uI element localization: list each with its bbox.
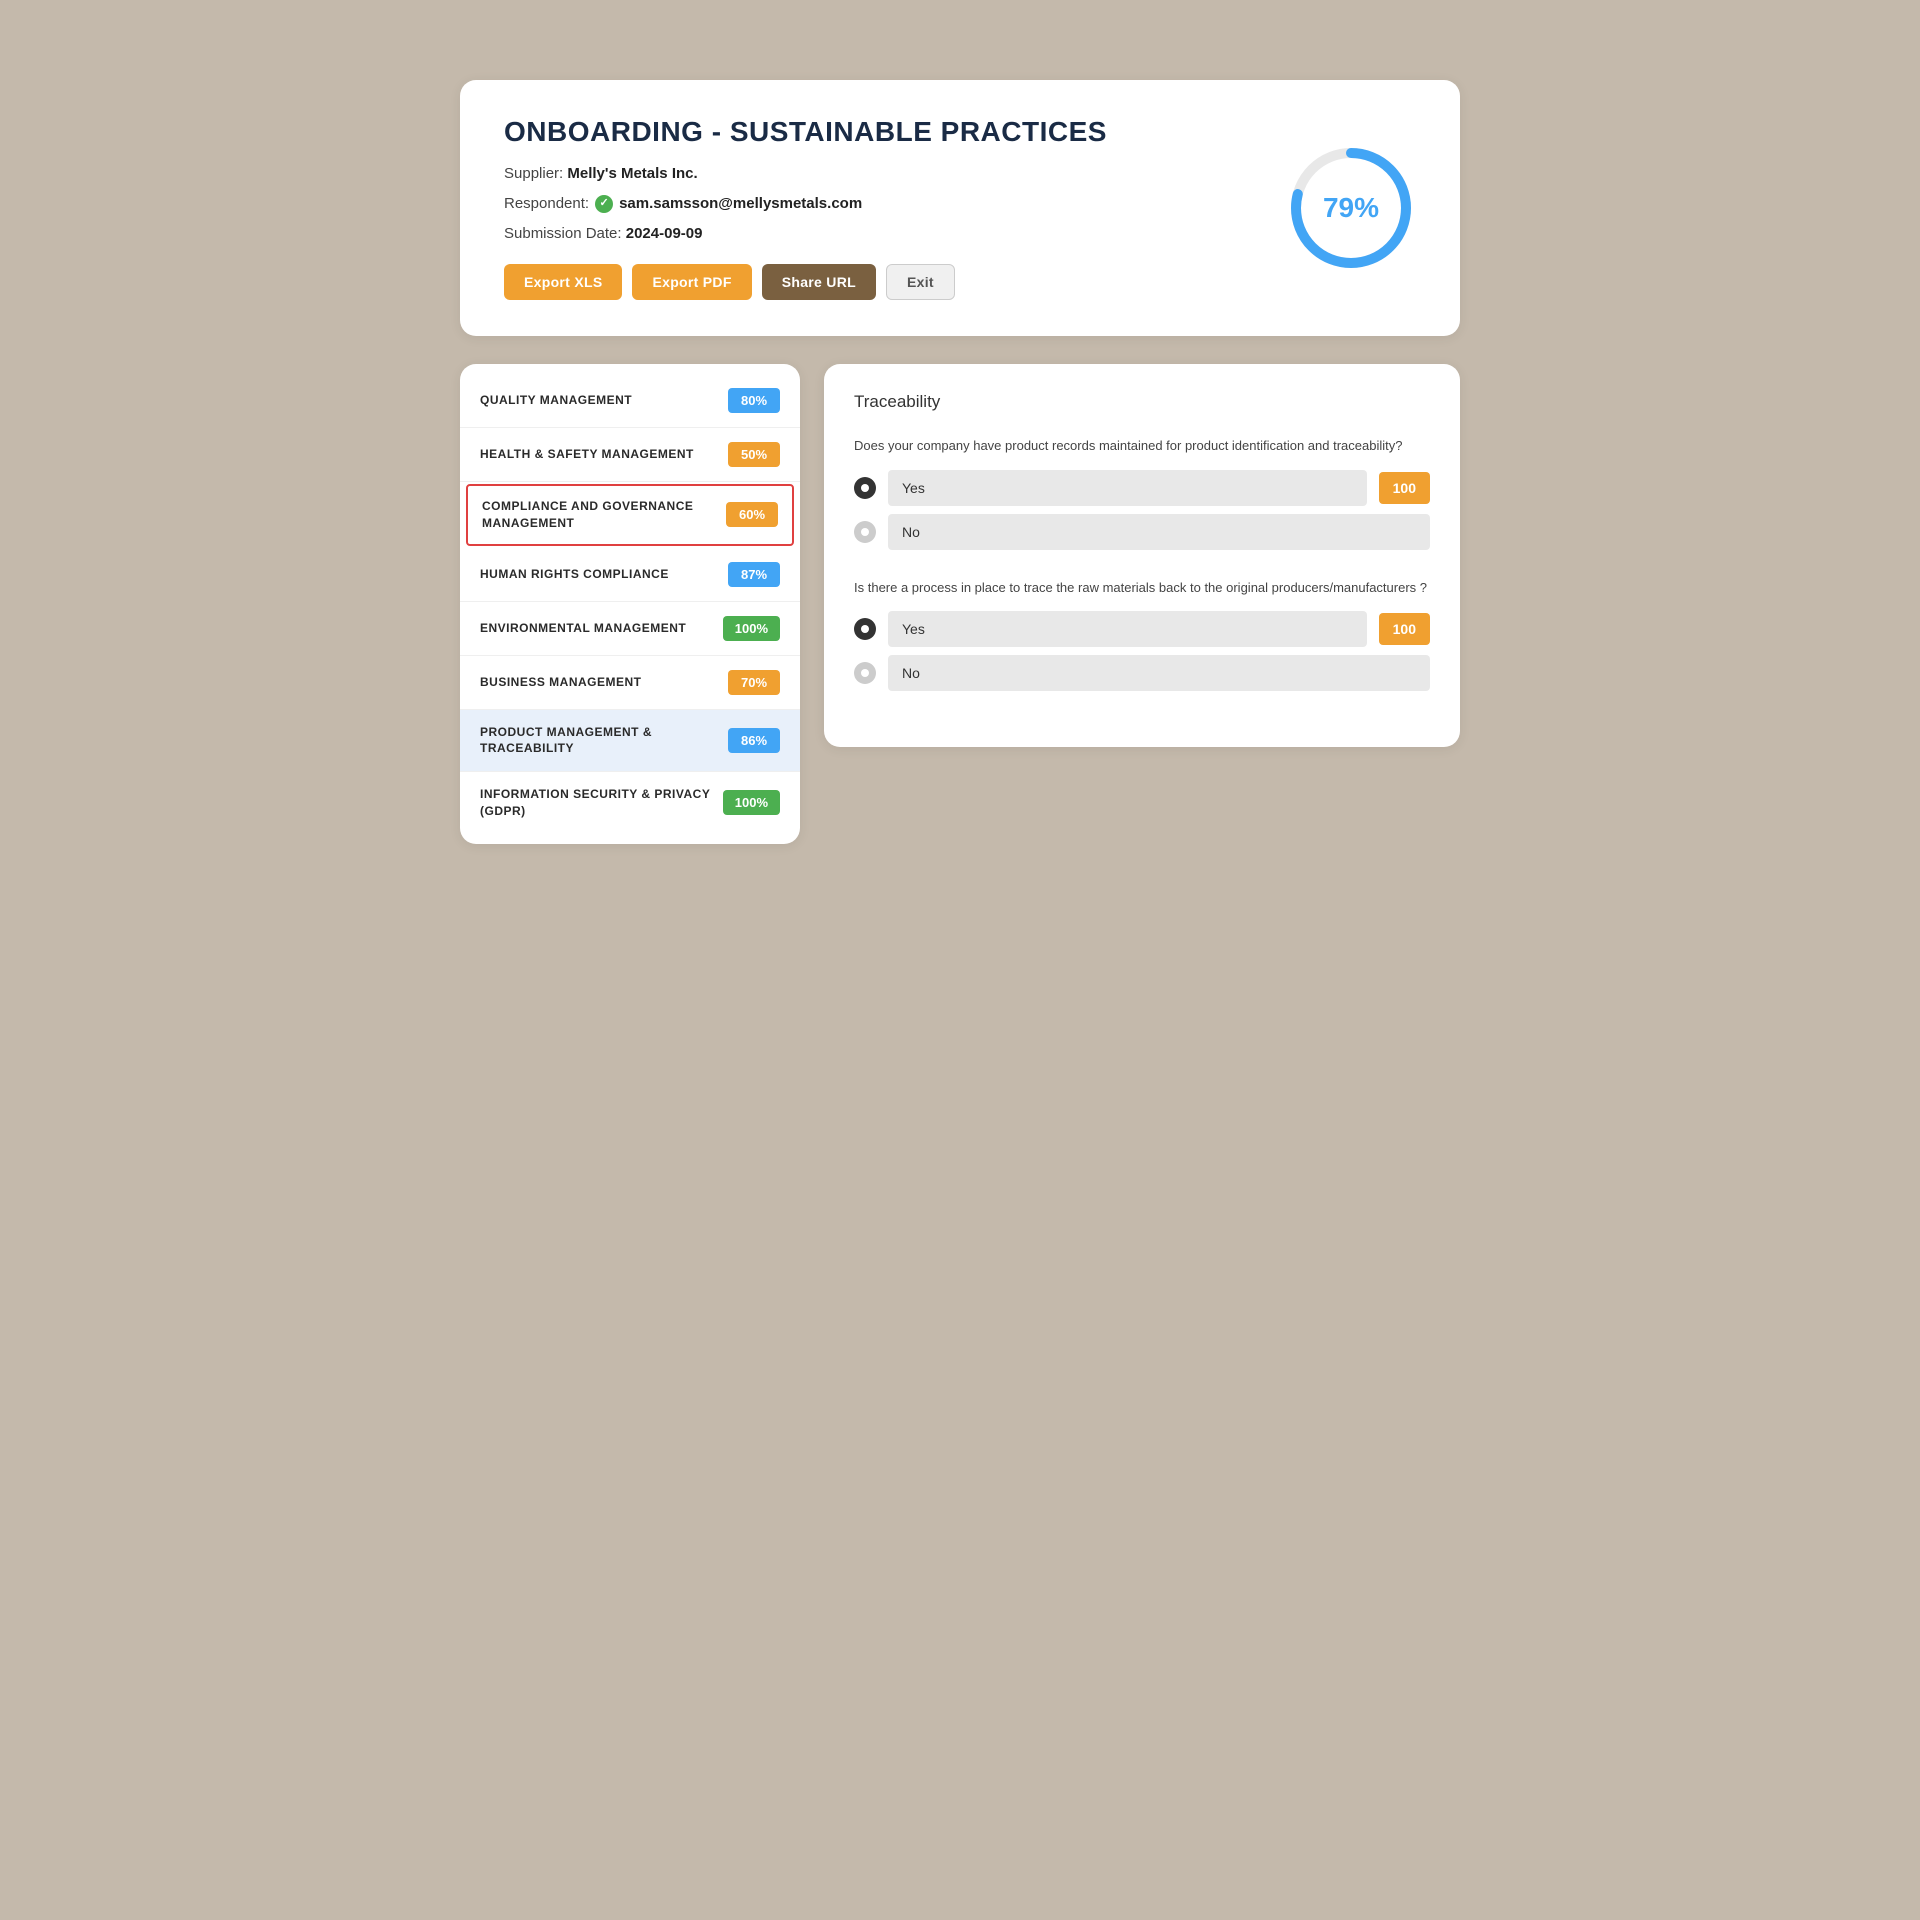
question-text: Is there a process in place to trace the…: [854, 578, 1430, 598]
question-block: Does your company have product records m…: [854, 436, 1430, 550]
category-row[interactable]: BUSINESS MANAGEMENT 70%: [460, 656, 800, 710]
question-text: Does your company have product records m…: [854, 436, 1430, 456]
answer-score: 100: [1379, 613, 1430, 645]
respondent-row: Respondent: ✓ sam.samsson@mellysmetals.c…: [504, 192, 1286, 216]
category-row[interactable]: HEALTH & SAFETY MANAGEMENT 50%: [460, 428, 800, 482]
header-card: ONBOARDING - SUSTAINABLE PRACTICES Suppl…: [460, 80, 1460, 336]
submission-label: Submission Date:: [504, 225, 622, 242]
answer-option[interactable]: Yes 100: [854, 470, 1430, 506]
category-label: PRODUCT MANAGEMENT & TRACEABILITY: [480, 724, 716, 758]
answer-option[interactable]: Yes 100: [854, 611, 1430, 647]
export-pdf-button[interactable]: Export PDF: [632, 264, 751, 300]
score-badge: 50%: [728, 442, 780, 467]
answer-bar: Yes: [888, 611, 1367, 647]
page-title: ONBOARDING - SUSTAINABLE PRACTICES: [504, 116, 1286, 148]
radio-inner: [861, 484, 869, 492]
answer-option[interactable]: No: [854, 655, 1430, 691]
respondent-email: sam.samsson@mellysmetals.com: [619, 192, 862, 216]
section-title: Traceability: [854, 392, 1430, 412]
page-wrapper: ONBOARDING - SUSTAINABLE PRACTICES Suppl…: [460, 80, 1460, 844]
score-badge: 100%: [723, 616, 780, 641]
score-badge: 100%: [723, 790, 780, 815]
score-badge: 60%: [726, 502, 778, 527]
score-badge: 70%: [728, 670, 780, 695]
category-row[interactable]: ENVIRONMENTAL MANAGEMENT 100%: [460, 602, 800, 656]
category-row[interactable]: HUMAN RIGHTS COMPLIANCE 87%: [460, 548, 800, 602]
answer-bar: No: [888, 655, 1430, 691]
category-row[interactable]: COMPLIANCE AND GOVERNANCE MANAGEMENT 60%: [466, 484, 794, 546]
score-badge: 86%: [728, 728, 780, 753]
radio-button[interactable]: [854, 618, 876, 640]
category-label: BUSINESS MANAGEMENT: [480, 674, 716, 691]
donut-score-label: 79%: [1323, 192, 1379, 224]
answer-score: 100: [1379, 472, 1430, 504]
category-row[interactable]: PRODUCT MANAGEMENT & TRACEABILITY 86%: [460, 710, 800, 773]
category-label: HEALTH & SAFETY MANAGEMENT: [480, 446, 716, 463]
supplier-name: Melly's Metals Inc.: [567, 165, 697, 182]
export-xls-button[interactable]: Export XLS: [504, 264, 622, 300]
share-url-button[interactable]: Share URL: [762, 264, 876, 300]
answer-option[interactable]: No: [854, 514, 1430, 550]
category-row[interactable]: QUALITY MANAGEMENT 80%: [460, 374, 800, 428]
question-block: Is there a process in place to trace the…: [854, 578, 1430, 692]
category-row[interactable]: INFORMATION SECURITY & PRIVACY (GDPR) 10…: [460, 772, 800, 834]
radio-button[interactable]: [854, 477, 876, 499]
radio-button[interactable]: [854, 662, 876, 684]
supplier-label: Supplier:: [504, 165, 563, 182]
score-badge: 80%: [728, 388, 780, 413]
radio-inner: [861, 625, 869, 633]
respondent-label: Respondent:: [504, 192, 589, 216]
bottom-section: QUALITY MANAGEMENT 80% HEALTH & SAFETY M…: [460, 364, 1460, 844]
radio-button[interactable]: [854, 521, 876, 543]
action-buttons: Export XLS Export PDF Share URL Exit: [504, 264, 1286, 300]
radio-inner: [861, 669, 869, 677]
category-label: HUMAN RIGHTS COMPLIANCE: [480, 566, 716, 583]
questions-list: Does your company have product records m…: [854, 436, 1430, 691]
submission-row: Submission Date: 2024-09-09: [504, 222, 1286, 246]
detail-card: Traceability Does your company have prod…: [824, 364, 1460, 747]
answer-bar: No: [888, 514, 1430, 550]
score-badge: 87%: [728, 562, 780, 587]
score-donut-chart: 79%: [1286, 143, 1416, 273]
verified-icon: ✓: [595, 195, 613, 213]
supplier-row: Supplier: Melly's Metals Inc.: [504, 162, 1286, 186]
answer-bar: Yes: [888, 470, 1367, 506]
category-label: COMPLIANCE AND GOVERNANCE MANAGEMENT: [482, 498, 714, 532]
header-info: ONBOARDING - SUSTAINABLE PRACTICES Suppl…: [504, 116, 1286, 300]
category-label: ENVIRONMENTAL MANAGEMENT: [480, 620, 711, 637]
radio-inner: [861, 528, 869, 536]
category-label: QUALITY MANAGEMENT: [480, 392, 716, 409]
exit-button[interactable]: Exit: [886, 264, 955, 300]
categories-card: QUALITY MANAGEMENT 80% HEALTH & SAFETY M…: [460, 364, 800, 844]
submission-date: 2024-09-09: [626, 225, 703, 242]
category-label: INFORMATION SECURITY & PRIVACY (GDPR): [480, 786, 711, 820]
